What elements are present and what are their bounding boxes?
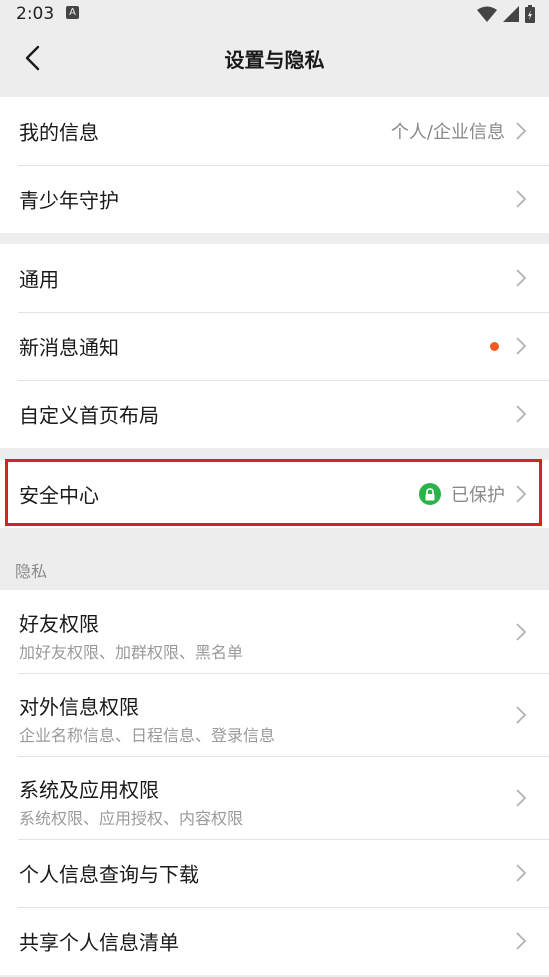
chevron-right-icon <box>516 622 527 641</box>
row-general-label: 通用 <box>19 267 59 292</box>
row-external-info-permissions-desc: 企业名称信息、日程信息、登录信息 <box>19 726 276 745</box>
row-custom-home-layout-label: 自定义首页布局 <box>19 403 159 428</box>
settings-group-security: 安全中心 已保护 <box>0 460 549 528</box>
status-time: 2:03 <box>16 4 55 24</box>
row-system-app-permissions-label: 系统及应用权限 <box>19 778 159 802</box>
section-label-privacy: 隐私 <box>15 562 48 581</box>
row-custom-home-layout[interactable]: 自定义首页布局 <box>0 380 549 448</box>
page-title: 设置与隐私 <box>224 48 325 72</box>
status-bar: 2:03 A <box>0 0 549 28</box>
unread-dot <box>490 341 499 351</box>
row-shared-personal-info-list-label: 共享个人信息清单 <box>19 930 179 955</box>
row-friend-permissions-desc: 加好友权限、加群权限、黑名单 <box>19 643 244 662</box>
settings-group-general: 通用 新消息通知 自定义首页布局 <box>0 244 549 448</box>
chevron-right-icon <box>516 337 527 355</box>
chevron-right-icon <box>516 705 527 724</box>
row-general[interactable]: 通用 <box>0 244 549 312</box>
row-friend-permissions[interactable]: 好友权限 加好友权限、加群权限、黑名单 <box>0 590 549 673</box>
row-personal-info-download-label: 个人信息查询与下载 <box>19 862 199 887</box>
settings-group-privacy: 好友权限 加好友权限、加群权限、黑名单 对外信息权限 企业名称信息、日程信息、登… <box>0 590 549 975</box>
row-security-center[interactable]: 安全中心 已保护 <box>0 460 549 528</box>
row-shared-personal-info-list[interactable]: 共享个人信息清单 <box>0 907 549 975</box>
lock-icon <box>419 483 441 505</box>
row-external-info-permissions[interactable]: 对外信息权限 企业名称信息、日程信息、登录信息 <box>0 673 549 756</box>
row-security-center-label: 安全中心 <box>19 483 99 508</box>
row-personal-info-download[interactable]: 个人信息查询与下载 <box>0 839 549 907</box>
status-right-icons <box>477 5 535 23</box>
row-external-info-permissions-label: 对外信息权限 <box>19 695 139 719</box>
row-new-message-notification[interactable]: 新消息通知 <box>0 312 549 380</box>
row-my-info[interactable]: 我的信息 个人/企业信息 <box>0 97 549 165</box>
row-new-message-notification-label: 新消息通知 <box>19 335 119 360</box>
row-youth-protection[interactable]: 青少年守护 <box>0 165 549 233</box>
nav-bar: 设置与隐私 <box>0 28 549 86</box>
chevron-right-icon <box>516 485 527 503</box>
chevron-right-icon <box>516 405 527 423</box>
row-friend-permissions-label: 好友权限 <box>19 612 99 636</box>
signal-icon <box>503 6 519 22</box>
chevron-right-icon <box>516 122 527 140</box>
settings-group-info: 我的信息 个人/企业信息 青少年守护 <box>0 97 549 233</box>
row-my-info-label: 我的信息 <box>19 120 99 145</box>
chevron-right-icon <box>516 932 527 950</box>
chevron-right-icon <box>516 269 527 287</box>
row-my-info-value: 个人/企业信息 <box>390 122 505 143</box>
chevron-right-icon <box>516 864 527 882</box>
row-youth-protection-label: 青少年守护 <box>19 188 119 213</box>
row-system-app-permissions-desc: 系统权限、应用授权、内容权限 <box>19 809 244 828</box>
battery-icon <box>525 5 535 23</box>
chevron-right-icon <box>516 788 527 807</box>
wifi-icon <box>477 6 497 22</box>
row-system-app-permissions[interactable]: 系统及应用权限 系统权限、应用授权、内容权限 <box>0 756 549 839</box>
status-notification-icon: A <box>66 6 79 19</box>
security-status: 已保护 <box>451 485 505 506</box>
chevron-right-icon <box>516 190 527 208</box>
